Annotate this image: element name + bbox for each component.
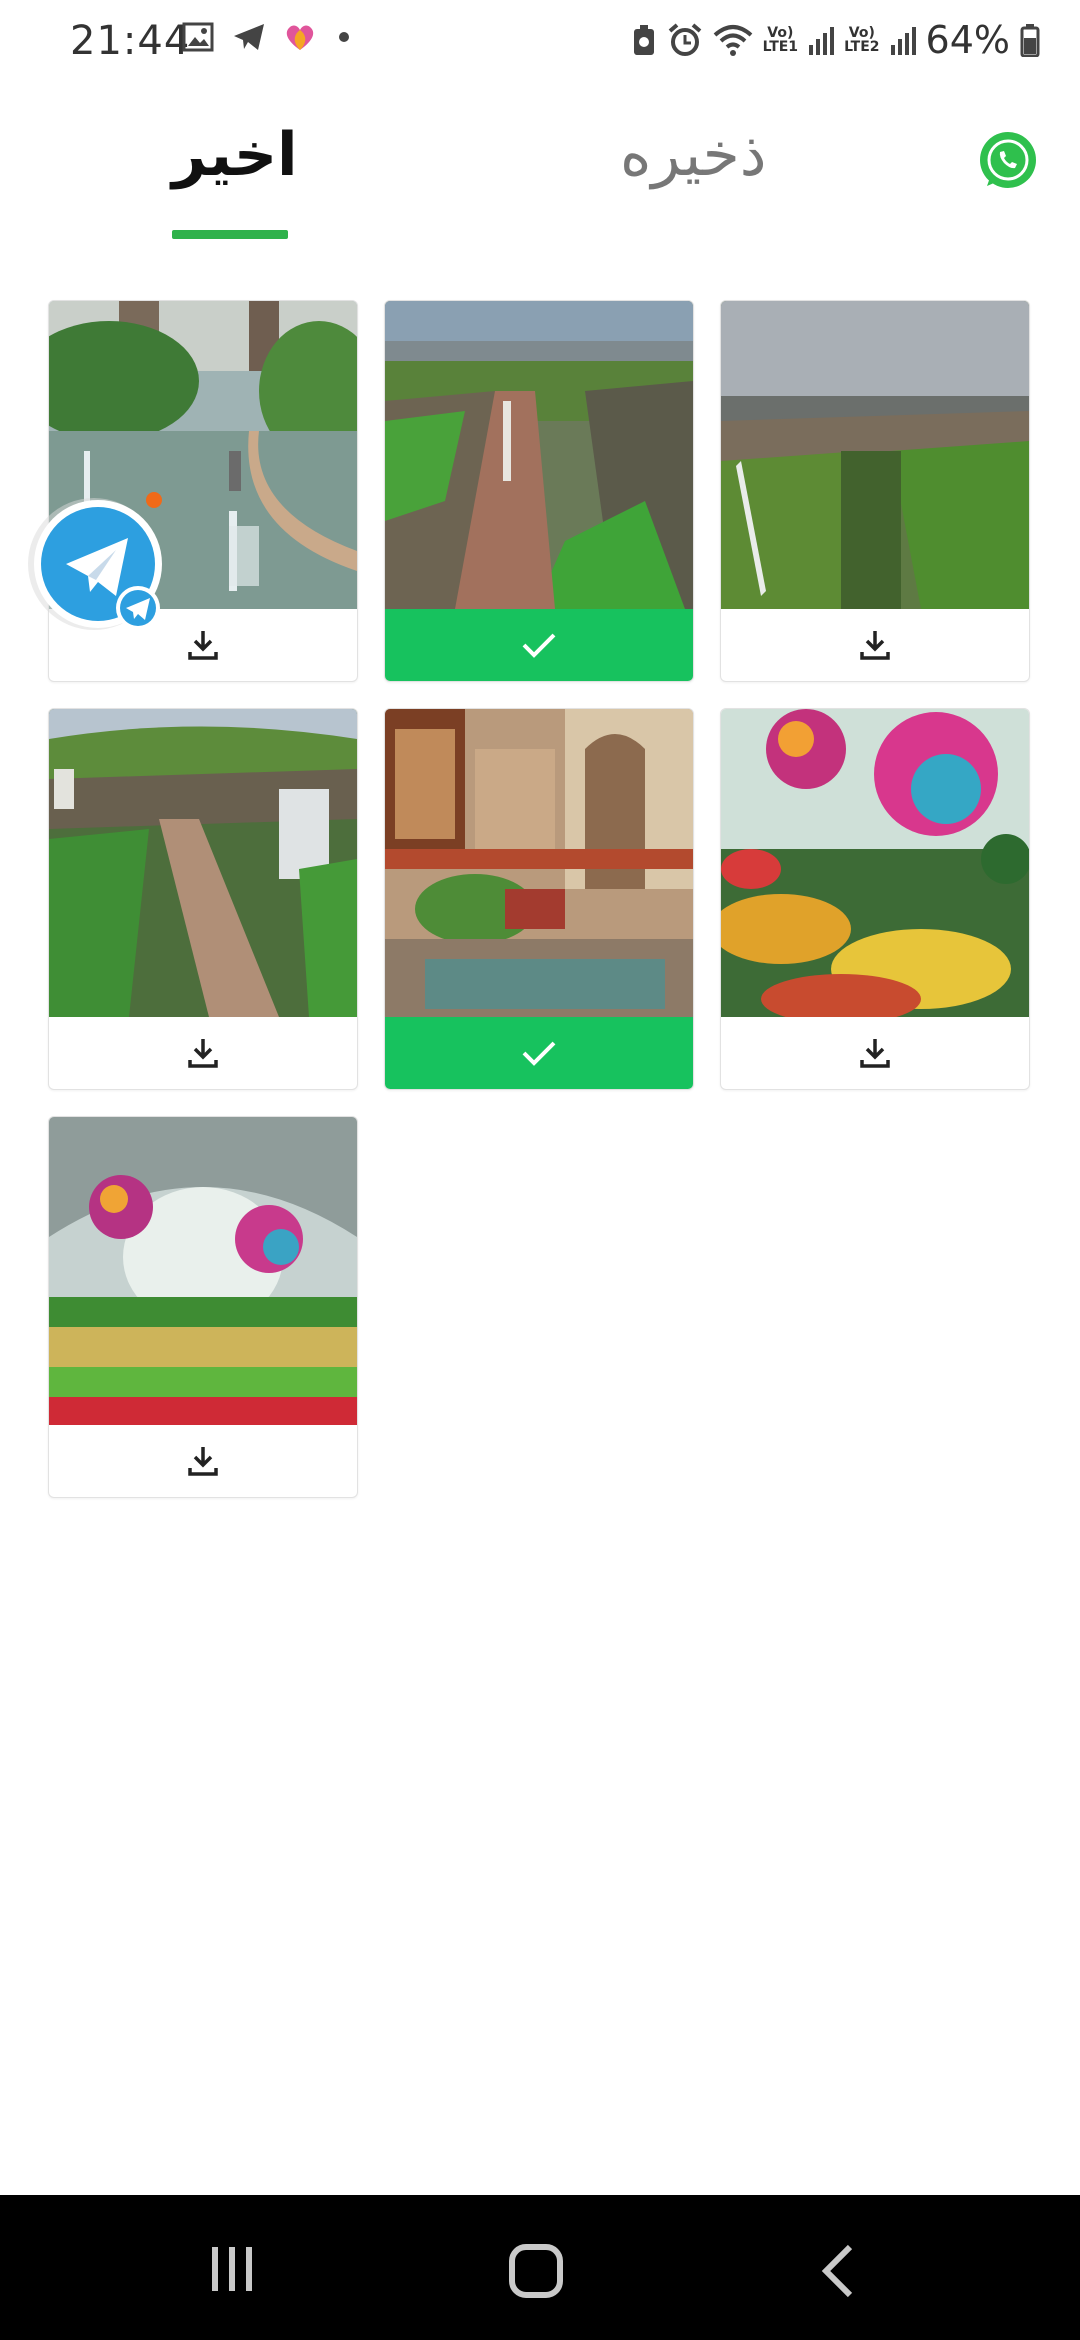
tab-indicator (172, 230, 288, 239)
checkmark-icon (522, 633, 556, 658)
media-card[interactable] (48, 708, 358, 1090)
media-card[interactable] (384, 300, 694, 682)
media-card[interactable] (720, 708, 1030, 1090)
image (721, 709, 1029, 1017)
telegram-icon (234, 24, 264, 50)
download-icon (860, 1039, 890, 1068)
heart-app-icon (286, 25, 314, 50)
alarm-icon (668, 23, 701, 56)
media-card[interactable] (48, 1116, 358, 1498)
download-icon (188, 1039, 218, 1068)
image (385, 301, 693, 609)
download-icon (188, 1447, 218, 1476)
network-lte2: Vo) LTE2 (844, 25, 880, 55)
dot-icon (339, 32, 349, 42)
telegram-bubble-icon[interactable] (16, 492, 166, 632)
gallery-icon (182, 22, 214, 52)
battery-icon (1020, 24, 1040, 57)
selected-bar[interactable] (385, 1017, 693, 1089)
thumbnail-canyon-waterfall[interactable] (385, 301, 693, 609)
download-button[interactable] (49, 1017, 357, 1089)
wifi-icon (713, 25, 752, 56)
thumbnail-waterfall-cliff[interactable] (49, 709, 357, 1017)
media-card[interactable] (720, 300, 1030, 682)
image (721, 301, 1029, 609)
signal-icon (809, 27, 835, 55)
signal-icon (890, 27, 916, 55)
download-icon (860, 631, 890, 660)
selected-bar[interactable] (385, 609, 693, 681)
download-button[interactable] (49, 1425, 357, 1497)
status-time: 21:44 (70, 18, 191, 64)
thumbnail-flower-balls[interactable] (721, 709, 1029, 1017)
status-right: Vo) LTE1 Vo) LTE2 64% (631, 18, 1040, 62)
back-icon[interactable] (818, 2243, 858, 2299)
notification-icons (182, 22, 354, 52)
recents-icon[interactable] (206, 2243, 258, 2295)
battery-saver-icon (633, 25, 654, 55)
network-lte1: Vo) LTE1 (762, 25, 799, 55)
home-icon[interactable] (508, 2243, 564, 2299)
image (49, 709, 357, 1017)
tab-recent[interactable]: اخیر (172, 120, 298, 190)
navigation-bar (0, 2195, 1080, 2340)
download-button[interactable] (721, 1017, 1029, 1089)
download-button[interactable] (721, 609, 1029, 681)
image (49, 1117, 357, 1425)
download-icon (188, 631, 218, 660)
thumbnail-persian-courtyard[interactable] (385, 709, 693, 1017)
whatsapp-icon[interactable] (977, 130, 1039, 192)
thumbnail-canyon-wide[interactable] (721, 301, 1029, 609)
image (385, 709, 693, 1017)
checkmark-icon (522, 1041, 556, 1066)
status-bar: 21:44 Vo) LTE1 Vo) LTE2 64% (0, 0, 1080, 84)
tab-saved[interactable]: ذخیره (620, 120, 766, 190)
media-card[interactable] (384, 708, 694, 1090)
battery-percent: 64% (925, 18, 1010, 62)
thumbnail-flower-dome[interactable] (49, 1117, 357, 1425)
